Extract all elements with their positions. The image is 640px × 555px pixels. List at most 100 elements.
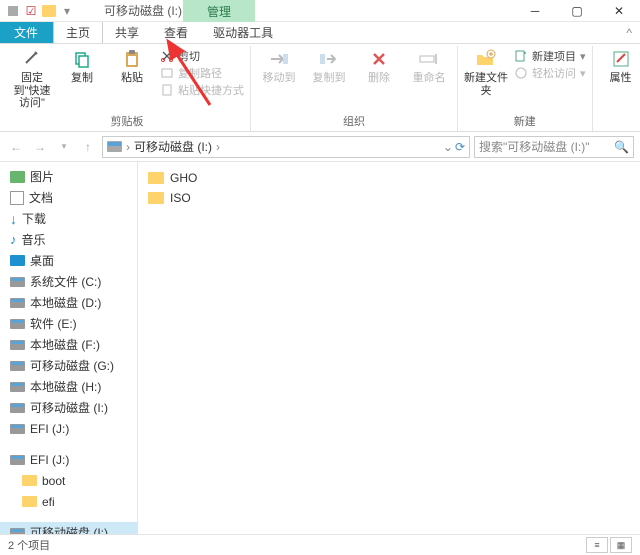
forward-button[interactable]: → <box>30 137 50 157</box>
recent-locations-button[interactable]: ▾ <box>54 137 74 157</box>
tree-item[interactable]: 可移动磁盘 (I:) <box>0 522 137 534</box>
contextual-tab-manage[interactable]: 管理 <box>183 0 255 22</box>
tree-item[interactable]: efi <box>0 491 137 512</box>
tree-item-label: 文档 <box>29 189 53 206</box>
paste-icon <box>121 48 143 70</box>
chevron-right-icon: › <box>126 140 130 154</box>
picture-icon <box>10 171 25 183</box>
item-name: GHO <box>170 171 197 185</box>
delete-icon <box>368 48 390 70</box>
tree-item[interactable]: 软件 (E:) <box>0 313 137 334</box>
tab-home[interactable]: 主页 <box>53 22 103 43</box>
view-icons-button[interactable]: ▦ <box>610 537 632 553</box>
paste-button[interactable]: 粘贴 <box>110 48 154 85</box>
tab-file[interactable]: 文件 <box>0 22 53 43</box>
disk-icon <box>10 340 25 350</box>
disk-icon <box>10 455 25 465</box>
new-item-button[interactable]: 新建项目 ▾ <box>514 48 586 64</box>
qat-folder-icon[interactable] <box>42 4 56 18</box>
move-to-button[interactable]: 移动到 <box>257 48 301 85</box>
system-menu-icon[interactable] <box>6 4 20 18</box>
group-label-clipboard: 剪贴板 <box>10 112 244 131</box>
tree-item[interactable]: ♪音乐 <box>0 229 137 250</box>
copy-path-button[interactable]: 复制路径 <box>160 65 244 81</box>
tree-item[interactable]: 本地磁盘 (H:) <box>0 376 137 397</box>
minimize-button[interactable]: ─ <box>514 0 556 22</box>
group-clipboard: 固定到"快速访问" 复制 粘贴 剪切 复制路径 粘贴快捷方式 剪贴板 <box>4 46 251 131</box>
folder-icon <box>148 172 164 184</box>
tab-share[interactable]: 共享 <box>103 22 152 43</box>
pin-button[interactable]: 固定到"快速访问" <box>10 48 54 110</box>
qat-properties-icon[interactable]: ☑ <box>24 4 38 18</box>
disk-icon <box>10 528 25 535</box>
disk-icon <box>10 424 25 434</box>
rename-button[interactable]: 重命名 <box>407 48 451 85</box>
tree-item-label: 可移动磁盘 (I:) <box>30 399 108 416</box>
tree-item-label: boot <box>42 474 65 488</box>
tree-item-label: 下载 <box>22 210 46 227</box>
properties-button[interactable]: 属性 <box>599 48 640 85</box>
tree-item-label: 软件 (E:) <box>30 315 77 332</box>
drive-icon <box>107 141 122 152</box>
address-dropdown-icon[interactable]: ⌄ <box>443 140 453 154</box>
group-organize: 移动到 复制到 删除 重命名 组织 <box>251 46 458 131</box>
tree-item-label: 音乐 <box>22 231 46 248</box>
search-icon: 🔍 <box>614 140 629 154</box>
tree-item-label: 可移动磁盘 (G:) <box>30 357 114 374</box>
tree-item[interactable]: EFI (J:) <box>0 418 137 439</box>
maximize-button[interactable]: ▢ <box>556 0 598 22</box>
paste-shortcut-button[interactable]: 粘贴快捷方式 <box>160 82 244 98</box>
tree-item[interactable]: 本地磁盘 (F:) <box>0 334 137 355</box>
tree-item[interactable]: 图片 <box>0 166 137 187</box>
chevron-right-icon[interactable]: › <box>216 140 220 154</box>
new-folder-button[interactable]: 新建文件夹 <box>464 48 508 97</box>
address-bar[interactable]: › 可移动磁盘 (I:) › ⌄ ⟳ <box>102 136 470 158</box>
item-name: ISO <box>170 191 191 205</box>
delete-button[interactable]: 删除 <box>357 48 401 85</box>
tree-item[interactable]: 本地磁盘 (D:) <box>0 292 137 313</box>
disk-icon <box>10 277 25 287</box>
disk-icon <box>10 319 25 329</box>
breadcrumb-current[interactable]: 可移动磁盘 (I:) <box>134 138 212 155</box>
tree-item[interactable]: 桌面 <box>0 250 137 271</box>
copy-button[interactable]: 复制 <box>60 48 104 85</box>
tree-item[interactable]: 文档 <box>0 187 137 208</box>
easy-access-button[interactable]: 轻松访问 ▾ <box>514 65 586 81</box>
copy-to-button[interactable]: 复制到 <box>307 48 351 85</box>
search-input[interactable]: 搜索"可移动磁盘 (I:)" 🔍 <box>474 136 634 158</box>
tree-item[interactable]: boot <box>0 470 137 491</box>
refresh-button[interactable]: ⟳ <box>455 140 465 154</box>
close-button[interactable]: ✕ <box>598 0 640 22</box>
group-open: 属性 打开 ▾ 编辑 历史记录 打开 <box>593 46 640 131</box>
qat-customize-icon[interactable]: ▾ <box>60 4 74 18</box>
navigation-bar: ← → ▾ ↑ › 可移动磁盘 (I:) › ⌄ ⟳ 搜索"可移动磁盘 (I:)… <box>0 132 640 162</box>
group-new: 新建文件夹 新建项目 ▾ 轻松访问 ▾ 新建 <box>458 46 593 131</box>
tree-item[interactable]: 系统文件 (C:) <box>0 271 137 292</box>
disk-icon <box>10 361 25 371</box>
window-title: 可移动磁盘 (I:) <box>104 2 182 19</box>
explorer-body: 图片文档 ↓下载♪音乐桌面系统文件 (C:) 本地磁盘 (D:) 软件 (E:) 本地磁… <box>0 162 640 534</box>
tab-view[interactable]: 查看 <box>152 22 201 43</box>
ribbon-collapse-icon[interactable]: ^ <box>626 26 632 40</box>
list-item[interactable]: ISO <box>148 188 630 208</box>
view-details-button[interactable]: ≡ <box>586 537 608 553</box>
content-pane[interactable]: GHO ISO <box>138 162 640 534</box>
item-count: 2 个项目 <box>8 537 50 553</box>
list-item[interactable]: GHO <box>148 168 630 188</box>
tree-item[interactable]: 可移动磁盘 (G:) <box>0 355 137 376</box>
tree-item-label: 本地磁盘 (D:) <box>30 294 101 311</box>
ribbon: 固定到"快速访问" 复制 粘贴 剪切 复制路径 粘贴快捷方式 剪贴板 移动到 <box>0 44 640 132</box>
rename-icon <box>418 48 440 70</box>
tree-item-label: 图片 <box>30 168 54 185</box>
up-button[interactable]: ↑ <box>78 137 98 157</box>
cut-button[interactable]: 剪切 <box>160 48 244 64</box>
tree-item-label: efi <box>42 495 55 509</box>
tab-drive-tools[interactable]: 驱动器工具 <box>201 22 286 43</box>
tree-item[interactable]: 可移动磁盘 (I:) <box>0 397 137 418</box>
back-button[interactable]: ← <box>6 137 26 157</box>
copy-to-icon <box>318 48 340 70</box>
navigation-tree[interactable]: 图片文档 ↓下载♪音乐桌面系统文件 (C:) 本地磁盘 (D:) 软件 (E:) 本地磁… <box>0 162 138 534</box>
tree-item[interactable]: EFI (J:) <box>0 449 137 470</box>
disk-icon <box>10 382 25 392</box>
tree-item[interactable]: ↓下载 <box>0 208 137 229</box>
